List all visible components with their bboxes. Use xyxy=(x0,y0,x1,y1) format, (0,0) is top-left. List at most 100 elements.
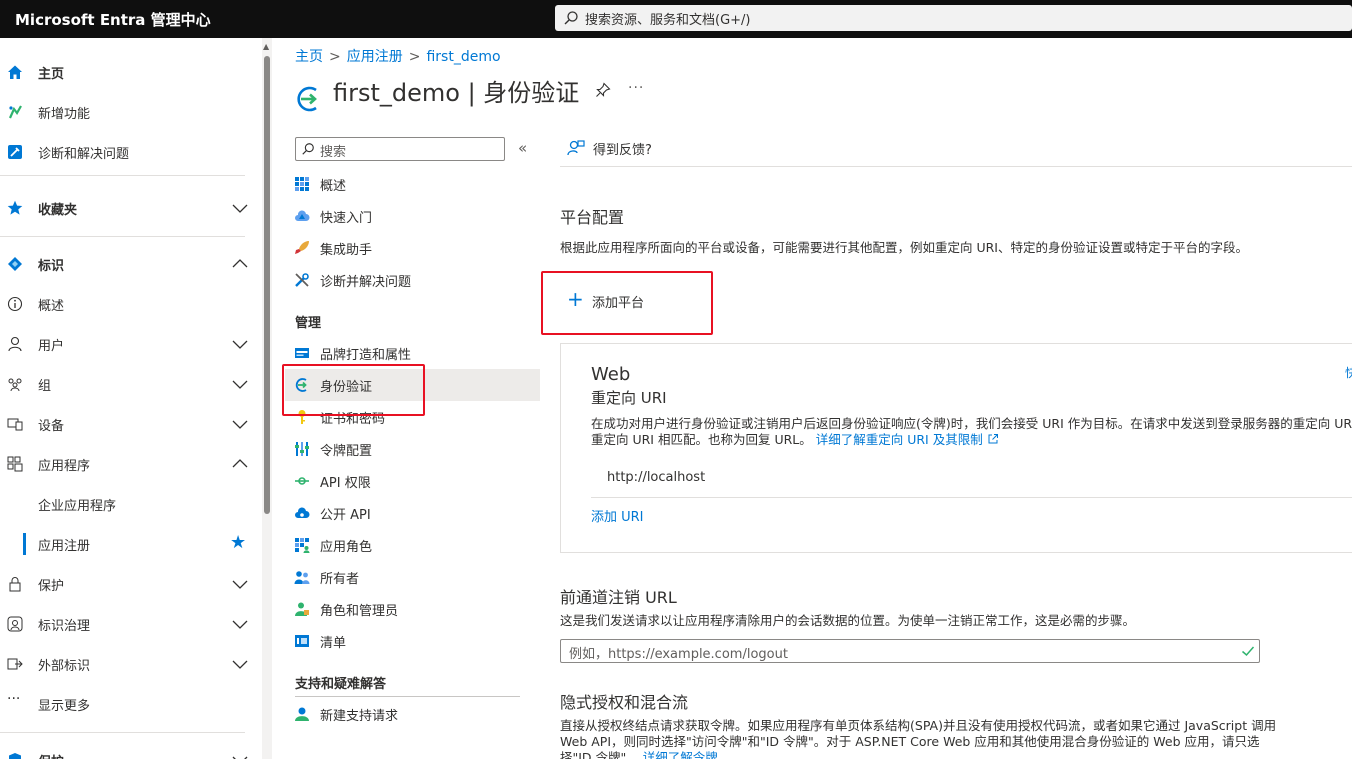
menu-item-manifest[interactable]: 清单 xyxy=(285,625,540,657)
menu-item-new-support-request[interactable]: 新建支持请求 xyxy=(285,698,540,730)
top-bar: Microsoft Entra 管理中心 搜索资源、服务和文档(G+/) xyxy=(0,0,1352,38)
resource-menu-search[interactable]: 搜索 xyxy=(295,137,505,161)
home-icon xyxy=(8,65,22,79)
chevron-down-icon[interactable] xyxy=(232,578,248,590)
menu-item-owners[interactable]: 所有者 xyxy=(285,561,540,593)
nav-protection-2[interactable]: 保护 xyxy=(0,742,260,759)
governance-icon xyxy=(7,616,23,632)
collapse-menu-icon[interactable]: « xyxy=(518,139,527,157)
nav-protection[interactable]: 保护 xyxy=(0,566,260,602)
chevron-down-icon[interactable] xyxy=(232,202,248,214)
redirect-uri-description-line2: 重定向 URI 相匹配。也称为回复 URL。 详细了解重定向 URI 及其限制 xyxy=(591,432,999,448)
left-nav-scrollbar[interactable]: ▲ xyxy=(262,38,272,759)
web-card-title: Web xyxy=(591,364,631,385)
manifest-icon xyxy=(295,635,309,647)
app-title[interactable]: Microsoft Entra 管理中心 xyxy=(15,9,211,30)
pin-icon[interactable] xyxy=(595,82,611,98)
feedback-label: 得到反馈? xyxy=(593,143,652,158)
add-uri-link[interactable]: 添加 URI xyxy=(591,506,644,525)
logout-url-input[interactable]: 例如，https://example.com/logout xyxy=(560,639,1260,663)
nav-whats-new[interactable]: 新增功能 xyxy=(0,94,260,130)
chevron-down-icon[interactable] xyxy=(232,658,248,670)
menu-item-token-configuration[interactable]: 令牌配置 xyxy=(285,433,540,465)
diagnose-icon xyxy=(8,145,22,159)
search-icon xyxy=(302,143,314,155)
redirect-uri-description-text: 重定向 URI 相匹配。也称为回复 URL。 xyxy=(591,432,812,447)
chevron-down-icon[interactable] xyxy=(232,754,248,759)
nav-diagnose[interactable]: 诊断和解决问题 xyxy=(0,134,260,170)
search-icon xyxy=(564,11,578,25)
nav-identity-governance[interactable]: 标识治理 xyxy=(0,606,260,642)
nav-external-identities[interactable]: 外部标识 xyxy=(0,646,260,682)
global-search-input[interactable]: 搜索资源、服务和文档(G+/) xyxy=(555,5,1352,31)
chevron-up-icon[interactable] xyxy=(232,258,248,270)
menu-item-quickstart[interactable]: 快速入门 xyxy=(285,200,540,232)
resource-menu-search-placeholder: 搜索 xyxy=(320,145,347,160)
nav-app-registrations-label: 应用注册 xyxy=(38,539,91,554)
scrollbar-thumb[interactable] xyxy=(264,56,270,514)
owners-icon xyxy=(294,571,310,584)
redirect-uri-value[interactable]: http://localhost xyxy=(607,470,705,485)
nav-users-label: 用户 xyxy=(38,339,65,354)
check-icon xyxy=(1242,646,1255,657)
menu-item-label: 公开 API xyxy=(320,508,371,523)
chevron-down-icon[interactable] xyxy=(232,418,248,430)
menu-item-expose-api[interactable]: 公开 API xyxy=(285,497,540,529)
nav-home-label: 主页 xyxy=(38,67,65,82)
menu-item-roles-admins[interactable]: 角色和管理员 xyxy=(285,593,540,625)
nav-protection-2-label: 保护 xyxy=(38,751,64,759)
favorite-star-icon[interactable]: ★ xyxy=(230,532,246,553)
api-permissions-icon xyxy=(295,477,309,485)
nav-devices[interactable]: 设备 xyxy=(0,406,260,442)
nav-home[interactable]: 主页 xyxy=(0,54,260,90)
chevron-down-icon[interactable] xyxy=(232,618,248,630)
nav-diagnose-label: 诊断和解决问题 xyxy=(38,147,130,162)
feedback-icon xyxy=(567,140,585,156)
nav-show-more[interactable]: ··· 显示更多 xyxy=(0,686,260,722)
nav-divider xyxy=(0,732,245,733)
menu-item-label: 诊断并解决问题 xyxy=(320,275,412,290)
nav-groups-label: 组 xyxy=(38,379,52,394)
nav-overview[interactable]: 概述 xyxy=(0,286,260,322)
menu-item-overview[interactable]: 概述 xyxy=(285,168,540,200)
card-edge-link[interactable]: 快 xyxy=(1345,364,1352,381)
logout-url-placeholder: 例如，https://example.com/logout xyxy=(569,647,788,662)
nav-favorites[interactable]: 收藏夹 xyxy=(0,190,260,226)
menu-item-integration-assistant[interactable]: 集成助手 xyxy=(285,232,540,264)
breadcrumb-first-demo[interactable]: first_demo xyxy=(426,49,500,65)
breadcrumb-home[interactable]: 主页 xyxy=(295,49,323,65)
menu-item-api-permissions[interactable]: API 权限 xyxy=(285,465,540,497)
menu-item-app-roles[interactable]: 应用角色 xyxy=(285,529,540,561)
breadcrumb-app-registrations[interactable]: 应用注册 xyxy=(347,49,403,65)
nav-external-identities-label: 外部标识 xyxy=(38,659,91,674)
nav-identity[interactable]: 标识 xyxy=(0,246,260,282)
chevron-down-icon[interactable] xyxy=(232,338,248,350)
annotation-box-authentication xyxy=(282,364,425,416)
redirect-uri-heading: 重定向 URI xyxy=(591,389,667,407)
learn-more-tokens-link[interactable]: 详细了解令牌 xyxy=(643,750,718,759)
scroll-up-arrow-icon[interactable]: ▲ xyxy=(263,42,269,51)
app-roles-icon xyxy=(295,538,310,553)
nav-divider xyxy=(0,236,245,237)
nav-users[interactable]: 用户 xyxy=(0,326,260,362)
redirect-uri-description: 在成功对用户进行身份验证或注销用户后返回身份验证响应(令牌)时，我们会接受 UR… xyxy=(591,416,1352,431)
nav-whats-new-label: 新增功能 xyxy=(38,107,91,122)
nav-divider xyxy=(0,175,245,176)
menu-item-label: 应用角色 xyxy=(320,540,373,555)
implicit-grant-description: 直接从授权终结点请求获取令牌。如果应用程序有单页体系结构(SPA)并且没有使用授… xyxy=(560,718,1280,759)
chevron-down-icon[interactable] xyxy=(232,378,248,390)
chevron-up-icon[interactable] xyxy=(232,458,248,470)
external-link-icon[interactable] xyxy=(987,433,999,445)
nav-applications[interactable]: 应用程序 xyxy=(0,446,260,482)
nav-app-registrations[interactable]: 应用注册 ★ xyxy=(0,526,260,562)
menu-item-label: 令牌配置 xyxy=(320,444,373,459)
menu-section-manage: 管理 xyxy=(295,316,322,331)
menu-item-diagnose[interactable]: 诊断并解决问题 xyxy=(285,264,540,296)
nav-favorites-label: 收藏夹 xyxy=(38,203,78,218)
learn-more-redirect-link[interactable]: 详细了解重定向 URI 及其限制 xyxy=(816,432,983,447)
nav-devices-label: 设备 xyxy=(38,419,65,434)
more-options-icon[interactable]: ··· xyxy=(628,80,644,96)
nav-groups[interactable]: 组 xyxy=(0,366,260,402)
grid-icon xyxy=(295,177,309,191)
nav-enterprise-apps[interactable]: 企业应用程序 xyxy=(0,486,260,522)
